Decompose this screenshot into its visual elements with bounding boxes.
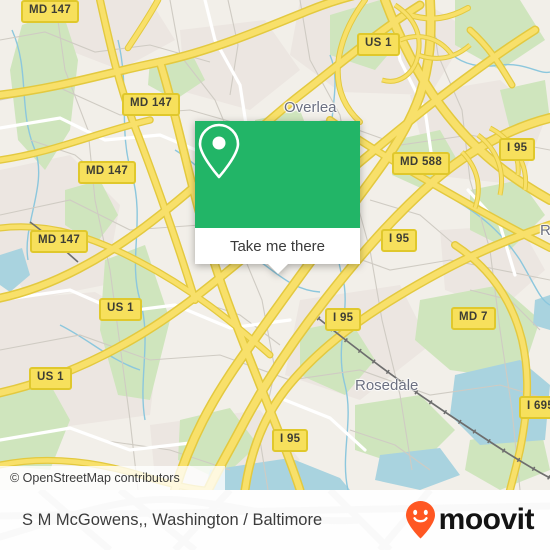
location-popup-card[interactable]: Take me there — [195, 121, 360, 274]
road-shield: I 95 — [499, 138, 536, 161]
moovit-smile-pin-icon — [405, 501, 435, 539]
road-shield: MD 147 — [122, 93, 181, 116]
popup-header — [195, 121, 360, 228]
popup-action-row[interactable]: Take me there — [195, 228, 360, 264]
road-shield: I 695 — [519, 396, 550, 419]
place-label: Rosedale — [355, 377, 419, 394]
take-me-there-label: Take me there — [229, 237, 326, 255]
moovit-wordmark: moovit — [438, 503, 535, 536]
popup-pointer-tail — [267, 264, 288, 274]
road-shield: I 95 — [381, 229, 418, 252]
map-attribution[interactable]: © OpenStreetMap contributors — [0, 466, 225, 490]
road-shield: US 1 — [357, 33, 400, 56]
road-shield: MD 147 — [78, 161, 137, 184]
map-canvas[interactable]: MD 147 US 1 MD 147 I 95 MD 147 MD 588 MD 147 I … — [0, 0, 550, 490]
map-pin-icon — [198, 123, 240, 179]
place-label: Overlea — [284, 99, 337, 116]
road-shield: MD 147 — [21, 0, 80, 23]
road-shield: I 95 — [272, 429, 309, 452]
place-label: R — [540, 222, 550, 239]
road-shield: US 1 — [29, 367, 72, 390]
road-shield: MD 588 — [392, 152, 451, 175]
moovit-logo[interactable]: moovit — [404, 500, 535, 540]
road-shield: MD 147 — [30, 230, 89, 253]
footer-bar: S M McGowens,, Washington / Baltimore mo… — [0, 490, 550, 550]
road-shield: MD 7 — [451, 307, 496, 330]
road-shield: US 1 — [99, 298, 142, 321]
attribution-text: © OpenStreetMap contributors — [10, 471, 180, 485]
map-screenshot: MD 147 US 1 MD 147 I 95 MD 147 MD 588 MD 147 I … — [0, 0, 550, 550]
location-title: S M McGowens,, Washington / Baltimore — [22, 510, 323, 529]
road-shield: I 95 — [325, 308, 362, 331]
